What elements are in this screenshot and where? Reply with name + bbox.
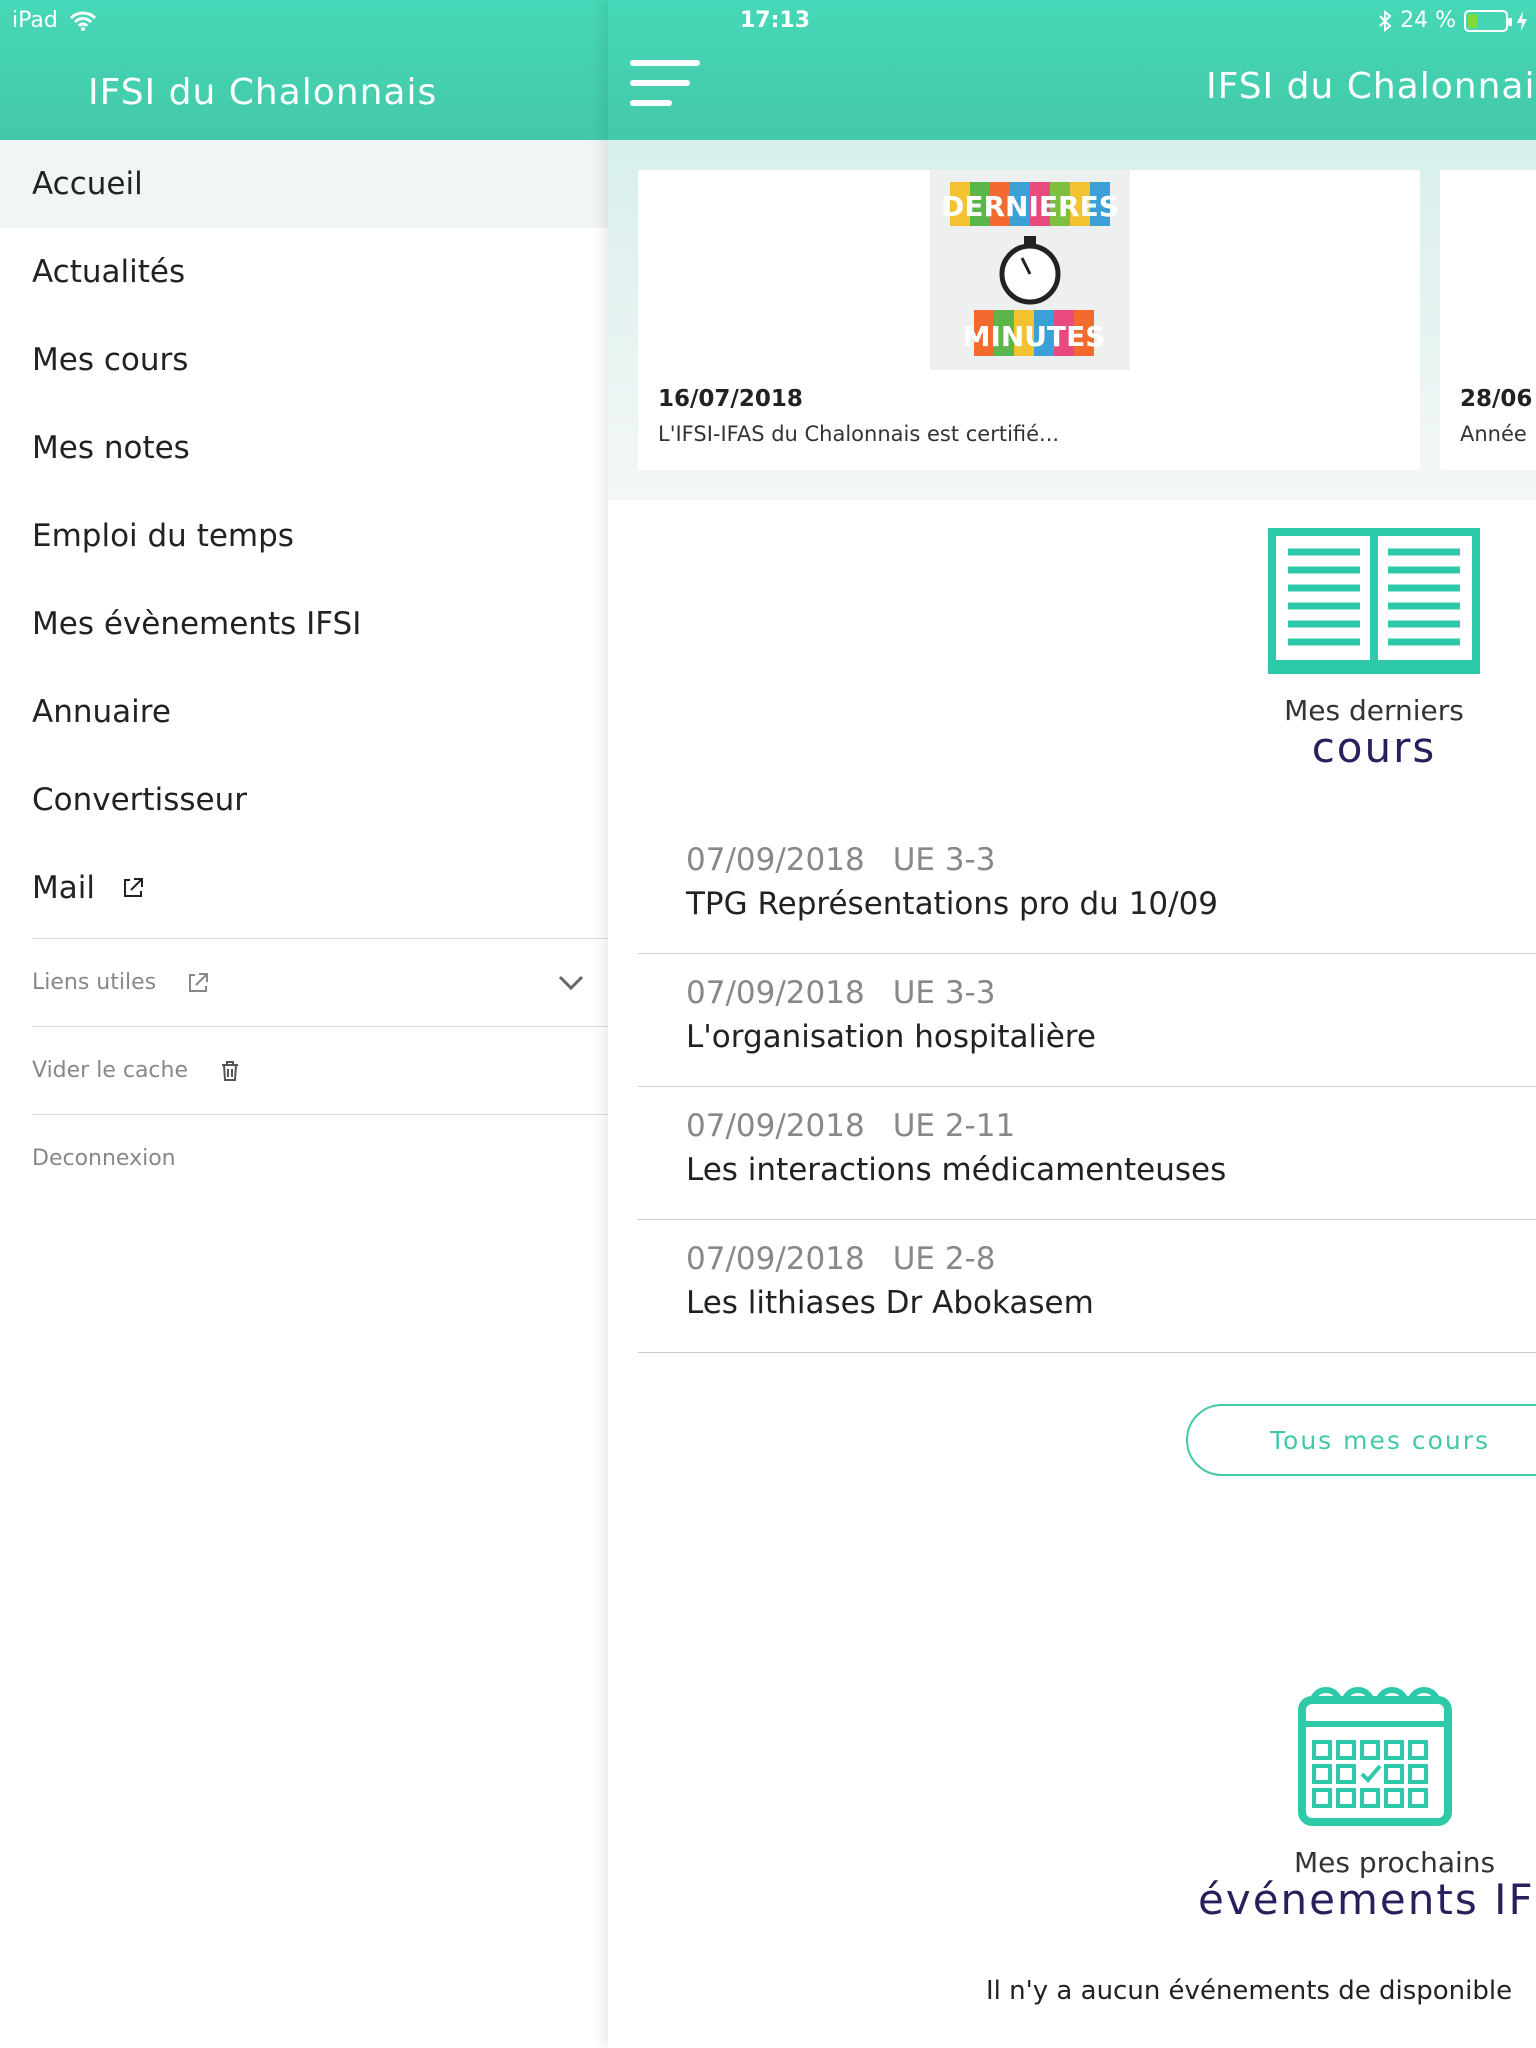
news-carousel[interactable]: DERNIERES MINUTES 16/07/2018 L'IFSI-IFAS… bbox=[608, 140, 1536, 500]
course-date: 07/09/2018 bbox=[686, 975, 865, 1011]
sidebar-title: IFSI du Chalonnais bbox=[88, 72, 438, 113]
news-card[interactable]: DERNIERES MINUTES 16/07/2018 L'IFSI-IFAS… bbox=[638, 170, 1420, 470]
sidebar-item-label: Annuaire bbox=[32, 694, 171, 730]
battery-percent: 24 % bbox=[1400, 8, 1456, 33]
sidebar-item-vider-cache[interactable]: Vider le cache bbox=[32, 1026, 608, 1114]
status-time: 17:13 bbox=[740, 8, 811, 33]
trash-icon bbox=[222, 1060, 239, 1081]
sidebar-item-label: Liens utiles bbox=[32, 970, 157, 995]
sidebar-item-label: Deconnexion bbox=[32, 1146, 176, 1171]
course-name: Les lithiases Dr Abokasem bbox=[686, 1285, 1094, 1321]
course-ue: UE 2-8 bbox=[892, 1241, 996, 1277]
sidebar-item-label: Accueil bbox=[32, 166, 143, 202]
sidebar-item-label: Mail bbox=[32, 870, 95, 906]
sidebar-item-liens-utiles[interactable]: Liens utiles bbox=[32, 938, 608, 1026]
course-ue: UE 3-3 bbox=[892, 975, 996, 1011]
calendar-icon bbox=[1298, 1687, 1452, 1826]
sidebar-item-emploi-du-temps[interactable]: Emploi du temps bbox=[0, 492, 608, 580]
section-heading: cours bbox=[1311, 723, 1437, 772]
page-title: IFSI du Chalonnais bbox=[1206, 66, 1536, 107]
device-label: iPad bbox=[12, 8, 58, 33]
sidebar-item-accueil[interactable]: Accueil bbox=[0, 140, 608, 228]
sidebar-item-label: Mes cours bbox=[32, 342, 189, 378]
book-icon bbox=[1268, 528, 1480, 674]
news-thumbnail: DERNIERES MINUTES bbox=[930, 170, 1130, 370]
charging-icon bbox=[1517, 10, 1527, 31]
course-date: 07/09/2018 bbox=[686, 842, 865, 878]
sidebar-item-mes-evenements[interactable]: Mes évènements IFSI bbox=[0, 580, 608, 668]
wifi-icon bbox=[69, 11, 96, 31]
course-ue: UE 3-3 bbox=[892, 842, 996, 878]
news-image-text-top: DERNIERES bbox=[941, 190, 1119, 223]
course-row[interactable]: 07/09/2018 UE 2-11 Les interactions médic… bbox=[638, 1088, 1536, 1220]
battery-icon bbox=[1464, 9, 1512, 32]
sidebar-item-label: Convertisseur bbox=[32, 782, 247, 818]
courses-section-title: Mes derniers cours bbox=[1224, 694, 1524, 772]
news-image-text-bottom: MINUTES bbox=[963, 320, 1106, 353]
external-link-icon bbox=[189, 972, 209, 992]
bluetooth-icon bbox=[1379, 9, 1392, 32]
sidebar-item-label: Vider le cache bbox=[32, 1058, 189, 1083]
sidebar-item-label: Emploi du temps bbox=[32, 518, 294, 554]
course-name: TPG Représentations pro du 10/09 bbox=[686, 886, 1219, 922]
events-empty-message: Il n'y a aucun événements de disponible bbox=[986, 1976, 1513, 2006]
sidebar: IFSI du Chalonnais Accueil Actualités Me… bbox=[0, 0, 608, 2048]
sidebar-item-convertisseur[interactable]: Convertisseur bbox=[0, 756, 608, 844]
all-courses-button[interactable]: Tous mes cours bbox=[1186, 1404, 1536, 1476]
course-date: 07/09/2018 bbox=[686, 1241, 865, 1277]
events-section-title: Mes prochains événements IFSI bbox=[1198, 1846, 1536, 1924]
sidebar-item-actualites[interactable]: Actualités bbox=[0, 228, 608, 316]
course-row[interactable]: 07/09/2018 UE 3-3 TPG Représentations pro… bbox=[638, 822, 1536, 954]
sidebar-item-label: Actualités bbox=[32, 254, 186, 290]
news-date: 28/06 bbox=[1460, 386, 1533, 412]
external-link-icon bbox=[123, 878, 143, 897]
course-row[interactable]: 07/09/2018 UE 2-8 Les lithiases Dr Abokas… bbox=[638, 1221, 1536, 1353]
news-desc: Année bbox=[1460, 422, 1527, 446]
sidebar-item-mes-cours[interactable]: Mes cours bbox=[0, 316, 608, 404]
news-card[interactable]: 28/06 Année bbox=[1440, 170, 1536, 470]
sidebar-item-mes-notes[interactable]: Mes notes bbox=[0, 404, 608, 492]
news-date: 16/07/2018 bbox=[658, 386, 803, 412]
sidebar-item-deconnexion[interactable]: Deconnexion bbox=[32, 1114, 608, 1202]
course-date: 07/09/2018 bbox=[686, 1108, 865, 1144]
status-bar: iPad 17:13 24 % bbox=[0, 0, 1536, 40]
course-ue: UE 2-11 bbox=[892, 1108, 1016, 1144]
sidebar-item-label: Mes évènements IFSI bbox=[32, 606, 362, 642]
hamburger-menu-icon[interactable] bbox=[630, 60, 700, 112]
sidebar-item-mail[interactable]: Mail bbox=[0, 844, 608, 932]
news-desc: L'IFSI-IFAS du Chalonnais est certifié..… bbox=[658, 422, 1060, 446]
sidebar-item-label: Mes notes bbox=[32, 430, 190, 466]
course-name: Les interactions médicamenteuses bbox=[686, 1152, 1227, 1188]
course-name: L'organisation hospitalière bbox=[686, 1019, 1096, 1055]
chevron-down-icon[interactable] bbox=[558, 975, 584, 991]
course-row[interactable]: 07/09/2018 UE 3-3 L'organisation hospital… bbox=[638, 955, 1536, 1087]
section-heading: événements IFSI bbox=[1198, 1875, 1536, 1924]
sidebar-item-annuaire[interactable]: Annuaire bbox=[0, 668, 608, 756]
main-panel: IFSI du Chalonnais DERNIERES MINUTES 16/… bbox=[608, 0, 1536, 2048]
